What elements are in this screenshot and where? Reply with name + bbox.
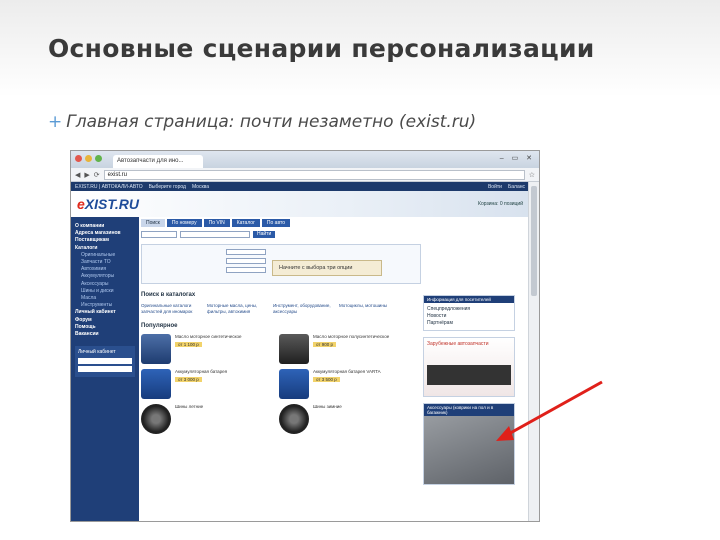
topnav-city-label: Выберите город [148, 183, 186, 190]
menu-item[interactable]: Запчасти ТО [75, 259, 135, 266]
menu-item[interactable]: Автохимия [75, 266, 135, 273]
menu-item[interactable]: О компании [75, 223, 135, 230]
bullet-line: + Главная страница: почти незаметно (exis… [48, 112, 476, 132]
browser-tabbar: Автозапчасти для ино... – ▭ ✕ [71, 151, 539, 168]
address-bar: ◀ ▶ ⟳ exist.ru ☆ [71, 168, 539, 182]
login-box: Личный кабинет [75, 346, 135, 378]
product-image[interactable] [141, 369, 171, 399]
site-page: EXIST.RU | АВТОКАЛИ-АВТО Выберите город … [71, 182, 529, 521]
product-row: Шины летние Шины зимние [141, 404, 421, 434]
menu-item[interactable]: Помощь [75, 324, 135, 331]
reload-icon[interactable]: ⟳ [94, 171, 100, 179]
catalog-link[interactable]: Мотоциклы, мотошины [339, 303, 399, 315]
topnav-balance[interactable]: Баланс [508, 184, 525, 190]
personalized-banner[interactable]: Аксессуары (коврики на пол и в багажник) [423, 403, 515, 485]
menu-item[interactable]: Поставщикам [75, 237, 135, 244]
menu-item[interactable]: Шины и диски [75, 288, 135, 295]
cart-link[interactable]: Корзина: 0 позиций [478, 201, 523, 207]
search-input[interactable] [180, 231, 250, 238]
product-row: Аккумуляторная батарея от 3 000 р Аккумул… [141, 369, 421, 399]
site-topnav: EXIST.RU | АВТОКАЛИ-АВТО Выберите город … [71, 182, 529, 191]
product-image[interactable] [141, 334, 171, 364]
catalog-link[interactable]: Оригинальные каталоги запчастей для ином… [141, 303, 201, 315]
search-tab[interactable]: По номеру [166, 219, 202, 227]
search-tab[interactable]: По авто [261, 219, 291, 227]
close-dot-icon[interactable] [75, 155, 82, 162]
right-sidebar: Информация для посетителей Спецпредложен… [423, 295, 515, 491]
menu-item[interactable]: Адреса магазинов [75, 230, 135, 237]
product-card[interactable]: Шины зимние [313, 404, 413, 434]
bullet-text: Главная страница: почти незаметно (exist… [66, 112, 477, 132]
product-card[interactable]: Масло моторное полусинтетическое от 900 р [313, 334, 413, 364]
search-tab[interactable]: Поиск [141, 219, 165, 227]
menu-item[interactable]: Масла [75, 295, 135, 302]
info-link[interactable]: Партнёрам [427, 320, 511, 327]
login-box-title: Личный кабинет [78, 349, 116, 356]
forward-icon[interactable]: ▶ [84, 171, 89, 179]
site-logo[interactable]: eXIST.RU [77, 196, 139, 212]
info-link[interactable]: Новости [427, 313, 511, 320]
back-icon[interactable]: ◀ [75, 171, 80, 179]
personalized-banner-title: Аксессуары (коврики на пол и в багажник) [424, 404, 514, 416]
car-selector: Начните с выбора три опции [141, 244, 421, 284]
browser-window: Автозапчасти для ино... – ▭ ✕ ◀ ▶ ⟳ exis… [70, 150, 540, 522]
browser-tab[interactable]: Автозапчасти для ино... [113, 155, 203, 168]
menu-item[interactable]: Оригинальные [75, 252, 135, 259]
car-year-select[interactable] [226, 267, 266, 273]
left-menu: О компании Адреса магазинов Поставщикам … [71, 217, 139, 521]
catalog-columns: Оригинальные каталоги запчастей для ином… [141, 303, 421, 315]
search-tab[interactable]: Каталог [231, 219, 260, 227]
product-card[interactable]: Масло моторное синтетическое от 1 100 р [175, 334, 275, 364]
topnav-city[interactable]: Москва [192, 184, 209, 190]
menu-item[interactable]: Форум [75, 317, 135, 324]
menu-item[interactable]: Каталоги [75, 245, 135, 252]
ad-banner[interactable]: Зарубежные автозапчасти [423, 337, 515, 397]
zoom-dot-icon[interactable] [95, 155, 102, 162]
password-input[interactable] [78, 366, 132, 373]
car-hint: Начните с выбора три опции [272, 260, 382, 276]
window-controls[interactable]: – ▭ ✕ [500, 154, 535, 162]
login-input[interactable] [78, 358, 132, 365]
popular-section-title: Популярное [141, 323, 178, 329]
search-row: Найти [141, 231, 421, 238]
menu-item[interactable]: Личный кабинет [75, 309, 135, 316]
search-tabs: Поиск По номеру По VIN Каталог По авто [141, 219, 421, 227]
url-input[interactable]: exist.ru [103, 169, 525, 180]
product-image[interactable] [279, 334, 309, 364]
product-card[interactable]: Шины летние [175, 404, 275, 434]
product-row: Масло моторное синтетическое от 1 100 р М… [141, 334, 421, 364]
menu-item[interactable]: Вакансии [75, 331, 135, 338]
scrollbar[interactable] [528, 182, 539, 521]
topnav-brand[interactable]: EXIST.RU | АВТОКАЛИ-АВТО [75, 184, 143, 190]
minimize-dot-icon[interactable] [85, 155, 92, 162]
star-icon[interactable]: ☆ [529, 171, 535, 179]
product-image[interactable] [141, 404, 171, 434]
product-image[interactable] [279, 369, 309, 399]
search-select[interactable] [141, 231, 177, 238]
catalog-link[interactable]: Инструмент, оборудование, аксессуары [273, 303, 333, 315]
catalog-section-title: Поиск в каталогах [141, 292, 196, 298]
search-tab[interactable]: По VIN [203, 219, 230, 227]
ad-banner-title: Зарубежные автозапчасти [427, 341, 489, 347]
search-button[interactable]: Найти [253, 231, 276, 238]
menu-item[interactable]: Аксессуары [75, 281, 135, 288]
info-panel: Информация для посетителей Спецпредложен… [423, 295, 515, 331]
site-header: eXIST.RU Корзина: 0 позиций [71, 191, 529, 217]
bullet-marker: + [48, 112, 63, 132]
slide-title: Основные сценарии персонализации [48, 34, 595, 63]
product-card[interactable]: Аккумуляторная батарея VARTA от 3 500 р [313, 369, 413, 399]
info-panel-title: Информация для посетителей [424, 296, 514, 303]
product-card[interactable]: Аккумуляторная батарея от 3 000 р [175, 369, 275, 399]
catalog-link[interactable]: Моторные масла, цены, фильтры, автохимия [207, 303, 267, 315]
topnav-login[interactable]: Войти [488, 184, 502, 190]
product-image[interactable] [279, 404, 309, 434]
car-make-select[interactable] [226, 249, 266, 255]
menu-item[interactable]: Аккумуляторы [75, 273, 135, 280]
info-link[interactable]: Спецпредложения [427, 306, 511, 313]
main-content: Поиск По номеру По VIN Каталог По авто Н… [141, 217, 421, 521]
car-model-select[interactable] [226, 258, 266, 264]
